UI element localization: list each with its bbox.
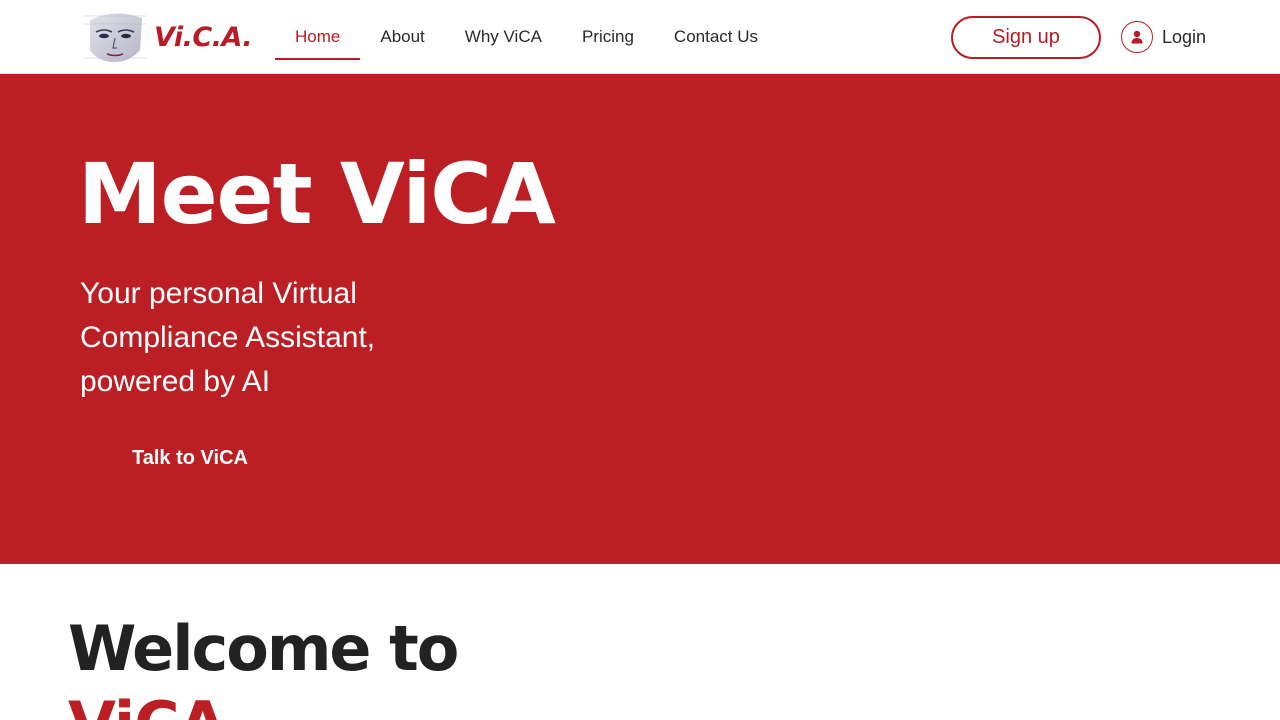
nav-about[interactable]: About <box>360 0 444 74</box>
signup-button[interactable]: Sign up <box>951 16 1101 59</box>
hero-subtitle: Your personal Virtual Compliance Assista… <box>80 277 376 398</box>
hero-section: Meet ViCA Your personal Virtual Complian… <box>0 74 1280 564</box>
user-icon <box>1121 21 1153 53</box>
site-header: Vi.C.A. Home About Why ViCA Pricing Cont… <box>0 0 1280 74</box>
nav-why-vica[interactable]: Why ViCA <box>445 0 562 74</box>
welcome-heading: Welcome to <box>68 612 459 685</box>
nav-home[interactable]: Home <box>275 0 361 74</box>
logo-face-icon <box>84 13 146 63</box>
nav-pricing[interactable]: Pricing <box>562 0 654 74</box>
nav-contact-us[interactable]: Contact Us <box>654 0 778 74</box>
welcome-brand: ViCA <box>68 694 227 720</box>
site-logo[interactable]: Vi.C.A. <box>80 10 256 64</box>
logo-text: Vi.C.A. <box>154 21 253 53</box>
login-button[interactable]: Login <box>1121 20 1206 54</box>
login-label: Login <box>1162 26 1207 47</box>
hero-title: Meet ViCA <box>78 145 556 243</box>
main-nav: Home About Why ViCA Pricing Contact Us <box>275 0 778 74</box>
talk-to-vica-button[interactable]: Talk to ViCA <box>80 434 300 482</box>
